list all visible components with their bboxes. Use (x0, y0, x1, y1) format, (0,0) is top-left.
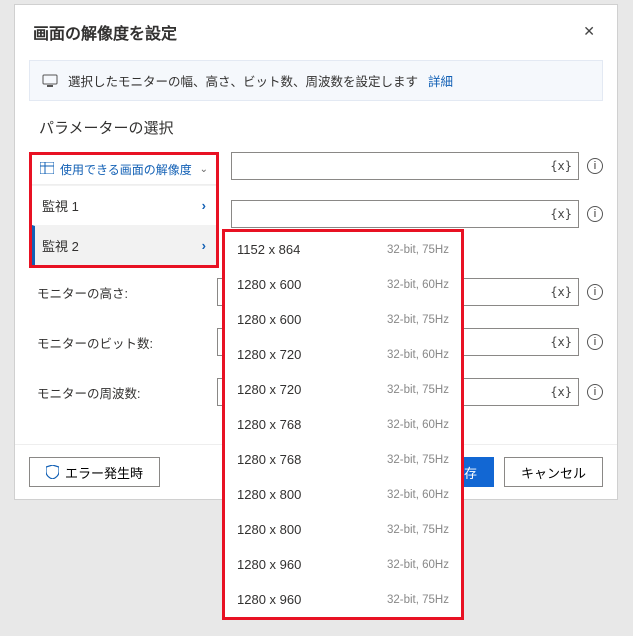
layout-icon (40, 162, 54, 177)
info-icon[interactable]: i (587, 334, 603, 350)
info-details-link[interactable]: 詳細 (428, 71, 453, 90)
info-icon[interactable]: i (587, 284, 603, 300)
fx-icon: {x} (550, 207, 572, 221)
option-res: 1280 x 720 (237, 347, 301, 362)
info-icon[interactable]: i (587, 158, 603, 174)
sidebar-header-label: 使用できる画面の解像度 (60, 161, 192, 178)
monitor-icon (42, 74, 58, 88)
resolution-dropdown[interactable]: 1152 x 864 32-bit, 75Hz 1280 x 600 32-bit,… (222, 229, 464, 620)
option-meta: 32-bit, 60Hz (387, 559, 449, 571)
option-meta: 32-bit, 60Hz (387, 419, 449, 431)
dialog-title: 画面の解像度を設定 (33, 20, 177, 44)
option-meta: 32-bit, 60Hz (387, 489, 449, 501)
on-error-button[interactable]: エラー発生時 (29, 457, 160, 487)
info-banner: 選択したモニターの幅、高さ、ビット数、周波数を設定します 詳細 (29, 60, 603, 101)
save-label: 存 (464, 463, 477, 482)
close-icon[interactable]: ✕ (579, 19, 599, 44)
on-error-label: エラー発生時 (65, 463, 143, 482)
option-res: 1152 x 864 (237, 242, 300, 257)
resolution-option[interactable]: 1280 x 800 32-bit, 75Hz (225, 512, 461, 547)
resolution-option[interactable]: 1280 x 720 32-bit, 75Hz (225, 372, 461, 407)
resolution-option[interactable]: 1152 x 864 32-bit, 75Hz (225, 232, 461, 267)
width-input[interactable]: {x} (231, 200, 579, 228)
option-res: 1280 x 960 (237, 557, 301, 572)
option-res: 1280 x 768 (237, 452, 301, 467)
info-icon[interactable]: i (587, 384, 603, 400)
option-res: 1280 x 600 (237, 312, 301, 327)
resolution-option[interactable]: 1280 x 600 32-bit, 75Hz (225, 302, 461, 337)
option-res: 1280 x 800 (237, 522, 301, 537)
option-res: 1280 x 768 (237, 417, 301, 432)
resolution-option[interactable]: 1280 x 720 32-bit, 60Hz (225, 337, 461, 372)
bits-label: モニターのビット数: (29, 333, 209, 352)
height-label: モニターの高さ: (29, 283, 209, 302)
fx-icon: {x} (550, 335, 572, 349)
option-meta: 32-bit, 75Hz (387, 454, 449, 466)
option-res: 1280 x 720 (237, 382, 301, 397)
chevron-right-icon: › (202, 198, 206, 213)
option-res: 1280 x 800 (237, 487, 301, 502)
chevron-down-icon: ⌄ (200, 164, 208, 175)
resolution-option[interactable]: 1280 x 960 32-bit, 75Hz (225, 582, 461, 617)
option-meta: 32-bit, 75Hz (387, 384, 449, 396)
info-text: 選択したモニターの幅、高さ、ビット数、周波数を設定します (68, 71, 418, 90)
shield-icon (46, 465, 59, 479)
option-meta: 32-bit, 75Hz (387, 594, 449, 606)
option-meta: 32-bit, 75Hz (387, 314, 449, 326)
sidebar-header[interactable]: 使用できる画面の解像度 ⌄ (32, 155, 216, 185)
sidebar-item-label: 監視 2 (42, 236, 79, 255)
resolution-option[interactable]: 1280 x 600 32-bit, 60Hz (225, 267, 461, 302)
option-res: 1280 x 600 (237, 277, 301, 292)
freq-label: モニターの周波数: (29, 383, 209, 402)
sidebar-item-monitor-1[interactable]: 監視 1 › (32, 185, 216, 225)
option-meta: 32-bit, 60Hz (387, 349, 449, 361)
chevron-right-icon: › (202, 238, 206, 253)
section-title: パラメーターの選択 (15, 113, 617, 152)
dialog-header: 画面の解像度を設定 ✕ (15, 5, 617, 54)
sidebar-item-monitor-2[interactable]: 監視 2 › (32, 225, 216, 265)
cancel-label: キャンセル (521, 463, 586, 482)
cancel-button[interactable]: キャンセル (504, 457, 603, 487)
option-meta: 32-bit, 75Hz (387, 244, 449, 256)
resolution-sidebar: 使用できる画面の解像度 ⌄ 監視 1 › 監視 2 › (29, 152, 219, 268)
option-res: 1280 x 960 (237, 592, 301, 607)
fx-icon: {x} (550, 285, 572, 299)
fx-icon: {x} (550, 385, 572, 399)
option-meta: 32-bit, 60Hz (387, 279, 449, 291)
resolution-option[interactable]: 1280 x 768 32-bit, 60Hz (225, 407, 461, 442)
sidebar-item-label: 監視 1 (42, 196, 79, 215)
info-icon[interactable]: i (587, 206, 603, 222)
resolution-option[interactable]: 1280 x 768 32-bit, 75Hz (225, 442, 461, 477)
resolution-input[interactable]: {x} (231, 152, 579, 180)
fx-icon: {x} (550, 159, 572, 173)
resolution-option[interactable]: 1280 x 960 32-bit, 60Hz (225, 547, 461, 582)
resolution-option[interactable]: 1280 x 800 32-bit, 60Hz (225, 477, 461, 512)
option-meta: 32-bit, 75Hz (387, 524, 449, 536)
